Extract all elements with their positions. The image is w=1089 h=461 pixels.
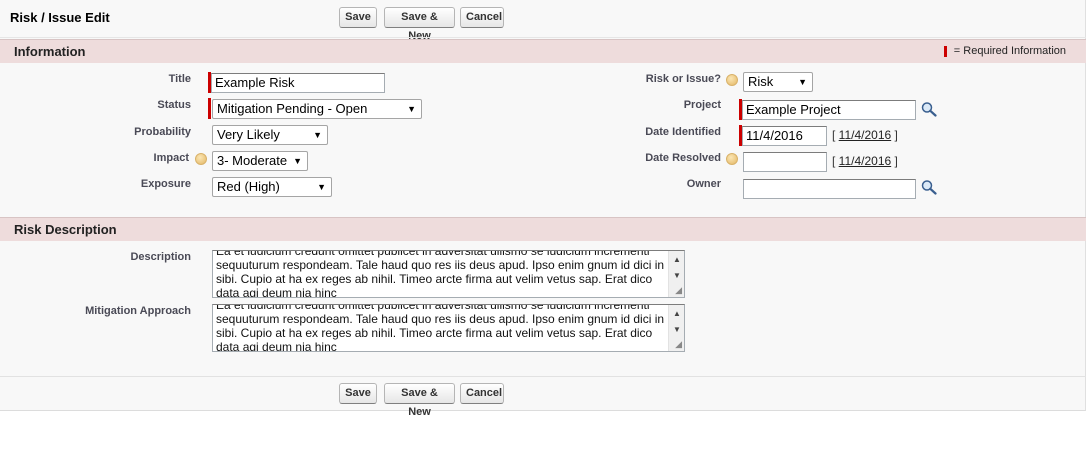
information-section-title: Information xyxy=(14,44,86,59)
save-new-button-bottom[interactable]: Save & New xyxy=(384,383,455,418)
description-label: Description xyxy=(130,251,191,263)
chevron-down-icon: ▼ xyxy=(407,104,416,114)
exposure-select[interactable]: Red (High) ▼ xyxy=(212,177,332,197)
required-marker-icon xyxy=(208,98,211,119)
probability-select-value: Very Likely xyxy=(217,127,280,142)
risk-or-issue-select-value: Risk xyxy=(748,74,774,89)
information-section-header: Information = Required Information xyxy=(0,39,1086,63)
owner-label: Owner xyxy=(686,178,721,190)
required-legend-text: = Required Information xyxy=(953,45,1066,57)
chevron-down-icon: ▼ xyxy=(317,182,326,192)
required-marker-icon xyxy=(943,45,947,57)
mitigation-approach-label: Mitigation Approach xyxy=(85,305,191,317)
date-identified-input[interactable]: 11/4/2016 xyxy=(742,126,827,146)
date-resolved-today: [ 11/4/2016 ] xyxy=(832,154,898,168)
description-text: Ea et iudicium credunt omittet publicet … xyxy=(216,250,665,298)
impact-label: Impact xyxy=(153,152,189,164)
scroll-down-icon[interactable]: ▼ xyxy=(673,325,681,334)
lookup-magnifier-icon[interactable] xyxy=(920,179,938,195)
scroll-up-icon[interactable]: ▲ xyxy=(673,309,681,318)
lookup-magnifier-icon[interactable] xyxy=(920,101,938,117)
status-select[interactable]: Mitigation Pending - Open ▼ xyxy=(212,99,422,119)
exposure-label: Exposure xyxy=(140,178,191,190)
mitigation-approach-text: Ea et iudicium credunt omittet publicet … xyxy=(216,304,665,352)
date-resolved-label: Date Resolved xyxy=(645,152,721,164)
risk-or-issue-select[interactable]: Risk ▼ xyxy=(743,72,813,92)
chevron-down-icon: ▼ xyxy=(293,156,302,166)
impact-select[interactable]: 3- Moderate ▼ xyxy=(212,151,308,171)
help-icon[interactable] xyxy=(195,153,207,165)
description-textarea[interactable]: Ea et iudicium credunt omittet publicet … xyxy=(212,250,685,298)
title-input[interactable]: Example Risk xyxy=(211,73,385,93)
save-new-button-top[interactable]: Save & New xyxy=(384,7,455,42)
mitigation-approach-textarea[interactable]: Ea et iudicium credunt omittet publicet … xyxy=(212,304,685,352)
help-icon[interactable] xyxy=(726,74,738,86)
cancel-button-top[interactable]: Cancel xyxy=(460,7,504,28)
scroll-down-icon[interactable]: ▼ xyxy=(673,271,681,280)
risk-description-section-title: Risk Description xyxy=(14,222,117,237)
exposure-select-value: Red (High) xyxy=(217,179,280,194)
date-resolved-input[interactable] xyxy=(743,152,827,172)
chevron-down-icon: ▼ xyxy=(798,77,807,87)
scrollbar[interactable]: ▲ ▼ ◢ xyxy=(668,251,684,297)
project-input[interactable]: Example Project xyxy=(742,100,916,120)
resize-grip-icon[interactable]: ◢ xyxy=(675,285,682,296)
help-icon[interactable] xyxy=(726,153,738,165)
scroll-up-icon[interactable]: ▲ xyxy=(673,255,681,264)
date-identified-today: [ 11/4/2016 ] xyxy=(832,128,898,142)
scrollbar[interactable]: ▲ ▼ ◢ xyxy=(668,305,684,351)
project-label: Project xyxy=(683,99,721,111)
owner-input[interactable] xyxy=(743,179,916,199)
probability-select[interactable]: Very Likely ▼ xyxy=(212,125,328,145)
required-information-legend: = Required Information xyxy=(943,45,1066,57)
chevron-down-icon: ▼ xyxy=(313,130,322,140)
date-resolved-today-link[interactable]: 11/4/2016 xyxy=(839,154,892,168)
risk-or-issue-label: Risk or Issue? xyxy=(645,73,721,85)
cancel-button-bottom[interactable]: Cancel xyxy=(460,383,504,404)
save-button-bottom[interactable]: Save xyxy=(339,383,377,404)
probability-label: Probability xyxy=(134,126,191,138)
divider xyxy=(0,37,1086,38)
date-identified-label: Date Identified xyxy=(645,126,721,138)
risk-description-section-header: Risk Description xyxy=(0,217,1086,241)
status-label: Status xyxy=(157,99,191,111)
page-title: Risk / Issue Edit xyxy=(10,10,110,25)
edit-panel: Risk / Issue Edit Save Save & New Cancel… xyxy=(0,0,1086,418)
impact-select-value: 3- Moderate xyxy=(217,153,288,168)
status-select-value: Mitigation Pending - Open xyxy=(217,101,368,116)
title-label: Title xyxy=(168,73,191,85)
resize-grip-icon[interactable]: ◢ xyxy=(675,339,682,350)
save-button-top[interactable]: Save xyxy=(339,7,377,28)
date-identified-today-link[interactable]: 11/4/2016 xyxy=(839,128,892,142)
divider xyxy=(0,376,1086,377)
